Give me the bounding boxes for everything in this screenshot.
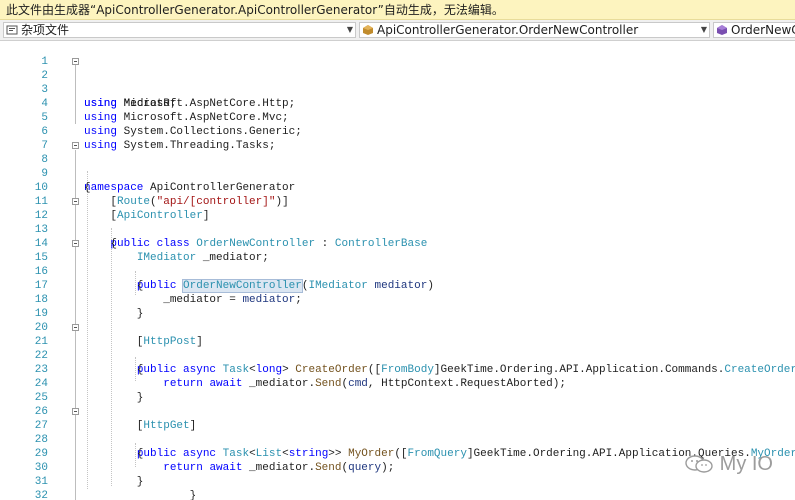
code-line: 21 public async Task<long> CreateOrder([… [0,321,795,376]
code-line: 16 { [0,251,795,292]
code-line: 6 using System.Threading.Tasks; [0,111,795,152]
wechat-icon [684,455,713,473]
project-icon [6,25,18,35]
collapse-icon[interactable] [72,142,79,149]
code-line: 11 [ApiController] [0,181,795,222]
code-line: 23 return await _mediator.Send(cmd, Http… [0,349,795,390]
code-line: 12 public class OrderNewController : Con… [0,195,795,250]
code-line: 17 _mediator = mediator; [0,265,795,306]
type-dropdown[interactable]: ApiControllerGenerator.OrderNewControlle… [359,22,710,38]
code-line: 3 using Microsoft.AspNetCore.Http; [0,69,795,110]
code-line: 18 } [0,279,795,320]
code-line: 19 [0,293,795,320]
code-line: 31 } [0,461,795,500]
chevron-down-icon: ▼ [346,25,353,34]
navigation-bar: 杂项文件 ▼ ApiControllerGenerator.OrderNewCo… [0,20,795,41]
member-dropdown-value: OrderNewCo [731,23,795,37]
code-line: 14 IMediator _mediator; [0,223,795,264]
collapse-icon[interactable] [72,324,79,331]
member-dropdown[interactable]: OrderNewCo [713,22,795,38]
code-line: 7 [0,125,795,152]
code-line: 28 { [0,419,795,460]
code-line: 32 } [0,475,795,500]
code-line: 4 using Microsoft.AspNetCore.Mvc; [0,83,795,124]
code-line: 29 return await _mediator.Send(query); [0,433,795,474]
code-line: 30 } [0,447,795,488]
collapse-icon[interactable] [72,58,79,65]
generated-file-infobar: 此文件由生成器“ApiControllerGenerator.ApiContro… [0,0,795,20]
code-line: 26 [HttpGet] [0,391,795,432]
watermark: My IO [684,453,773,476]
code-line: 15 public OrderNewController(IMediator m… [0,237,795,293]
code-line: 20 [HttpPost] [0,307,795,348]
method-icon [717,25,727,35]
chevron-down-icon: ▼ [700,25,707,34]
code-line: 2 using MediatR; [0,55,795,110]
code-line: 24 } [0,363,795,404]
code-line: 8 namespace ApiControllerGenerator [0,139,795,194]
code-line: 22 { [0,335,795,376]
type-dropdown-value: ApiControllerGenerator.OrderNewControlle… [377,23,639,37]
project-dropdown-value: 杂项文件 [21,23,70,37]
code-text: } [84,490,197,500]
code-line: 27 public async Task<List<string>> MyOrd… [0,405,795,460]
code-line: 5 using System.Collections.Generic; [0,97,795,138]
class-icon [363,25,373,35]
code-editor[interactable]: 1 2 using MediatR; 3 using Microsoft.Asp… [0,41,795,500]
code-line: 13 { [0,209,795,250]
line-number: 32 [34,490,48,500]
collapse-icon[interactable] [72,198,79,205]
code-line: 10 [Route("api/[controller]")] [0,167,795,208]
infobar-text: 此文件由生成器“ApiControllerGenerator.ApiContro… [6,3,504,17]
watermark-text: My IO [719,453,773,475]
code-line: 1 [0,41,795,68]
code-line: 25 [0,377,795,404]
collapse-icon[interactable] [72,240,79,247]
code-line: 9 { [0,153,795,194]
collapse-icon[interactable] [72,408,79,415]
project-dropdown[interactable]: 杂项文件 ▼ [3,22,356,38]
